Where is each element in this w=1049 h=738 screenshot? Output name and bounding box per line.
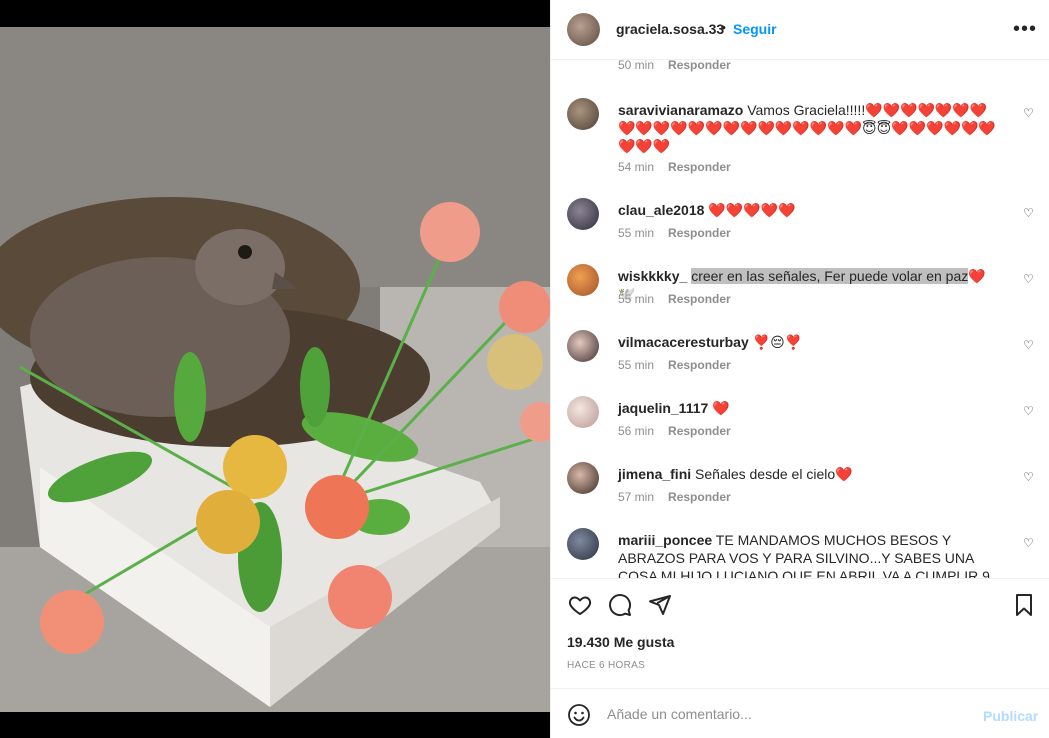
comment-like-heart-icon[interactable]: ♡ <box>1023 206 1034 220</box>
emoji-icon[interactable] <box>567 703 591 732</box>
reply-button[interactable]: Responder <box>668 160 731 174</box>
commenter-avatar[interactable] <box>567 462 599 494</box>
comment-input[interactable] <box>607 706 967 722</box>
post-timestamp: HACE 6 HORAS <box>567 660 646 671</box>
commenter-avatar[interactable] <box>567 330 599 362</box>
comment-text: mariii_poncee TE MANDAMOS MUCHOS BESOS Y… <box>618 531 1003 578</box>
reply-button[interactable]: Responder <box>668 490 731 504</box>
post-modal: graciela.sosa.33 • Seguir ••• 50 min Resp… <box>0 0 1049 738</box>
comment-meta: 56 min Responder <box>618 424 731 438</box>
comment-meta: 50 min Responder <box>618 60 731 72</box>
comment-time: 54 min <box>618 160 655 174</box>
reply-button[interactable]: Responder <box>668 292 731 306</box>
comment-icon[interactable] <box>608 593 632 622</box>
more-options-icon[interactable]: ••• <box>1013 18 1037 41</box>
comment-body: Señales desde el cielo❤️ <box>695 466 853 482</box>
comment-text: jaquelin_1117 ❤️ <box>618 399 1003 417</box>
bookmark-icon[interactable] <box>1013 593 1035 622</box>
comment-body: ❤️ <box>712 400 730 416</box>
publish-button[interactable]: Publicar <box>983 708 1038 724</box>
header-separator: • <box>721 19 726 35</box>
comment-text: vilmacaceresturbay ❣️😔❣️ <box>618 333 1003 351</box>
reply-button[interactable]: Responder <box>668 358 731 372</box>
comment-meta: 55 min Responder <box>618 226 731 240</box>
comment-username[interactable]: vilmacaceresturbay <box>618 334 749 350</box>
comment-meta: 55 min Responder <box>618 292 731 306</box>
comment-username[interactable]: jimena_fini <box>618 466 691 482</box>
post-actions: 19.430 Me gusta HACE 6 HORAS <box>551 578 1049 688</box>
comment-username[interactable]: saravivianaramazo <box>618 102 743 118</box>
author-avatar[interactable] <box>567 13 600 46</box>
post-header: graciela.sosa.33 • Seguir ••• <box>551 0 1049 60</box>
comment-like-heart-icon[interactable]: ♡ <box>1023 536 1034 550</box>
post-media <box>0 0 550 738</box>
comment-username[interactable]: mariii_poncee <box>618 532 712 548</box>
comment-time: 57 min <box>618 490 655 504</box>
comment-username[interactable]: jaquelin_1117 <box>618 400 708 416</box>
comment-time: 55 min <box>618 292 655 306</box>
comment-body: ❣️😔❣️ <box>752 334 803 350</box>
author-username[interactable]: graciela.sosa.33 <box>616 21 724 37</box>
reply-button[interactable]: Responder <box>668 226 731 240</box>
comment-like-heart-icon[interactable]: ♡ <box>1023 470 1034 484</box>
comment-like-heart-icon[interactable]: ♡ <box>1023 272 1034 286</box>
post-sidebar: graciela.sosa.33 • Seguir ••• 50 min Resp… <box>550 0 1049 738</box>
comment-body: creer en las señales, Fer puede volar en… <box>691 268 969 284</box>
comment-like-heart-icon[interactable]: ♡ <box>1023 338 1034 352</box>
likes-count[interactable]: 19.430 Me gusta <box>567 634 674 650</box>
comment-username[interactable]: wiskkkky_ <box>618 268 687 284</box>
comment-text: clau_ale2018 ❤️❤️❤️❤️❤️ <box>618 201 1003 219</box>
comment-time: 56 min <box>618 424 655 438</box>
comment-text: saravivianaramazo Vamos Graciela!!!!!❤️❤… <box>618 101 1003 155</box>
comment-like-heart-icon[interactable]: ♡ <box>1023 106 1034 120</box>
commenter-avatar[interactable] <box>567 98 599 130</box>
reply-button[interactable]: Responder <box>668 424 731 438</box>
comment-username[interactable]: clau_ale2018 <box>618 202 704 218</box>
comments-list[interactable]: 50 min Responder saravivianaramazo Vamos … <box>551 60 1049 578</box>
comment-time: 55 min <box>618 226 655 240</box>
comment-meta: 55 min Responder <box>618 358 731 372</box>
comment-meta: 57 min Responder <box>618 490 731 504</box>
commenter-avatar[interactable] <box>567 198 599 230</box>
comment-time: 50 min <box>618 60 655 72</box>
comment-like-heart-icon[interactable]: ♡ <box>1023 404 1034 418</box>
reply-button[interactable]: Responder <box>668 60 731 72</box>
follow-button[interactable]: Seguir <box>733 21 777 37</box>
comment-text: jimena_fini Señales desde el cielo❤️ <box>618 465 1003 483</box>
nest-photo-illustration <box>0 27 550 712</box>
comment-time: 55 min <box>618 358 655 372</box>
commenter-avatar[interactable] <box>567 264 599 296</box>
comment-body: ❤️❤️❤️❤️❤️ <box>708 202 796 218</box>
commenter-avatar[interactable] <box>567 396 599 428</box>
post-photo[interactable] <box>0 27 550 712</box>
add-comment-bar: Publicar <box>551 688 1049 738</box>
heart-icon[interactable] <box>567 593 593 622</box>
commenter-avatar[interactable] <box>567 528 599 560</box>
comment-meta: 54 min Responder <box>618 160 731 174</box>
paper-plane-icon[interactable] <box>648 593 672 622</box>
